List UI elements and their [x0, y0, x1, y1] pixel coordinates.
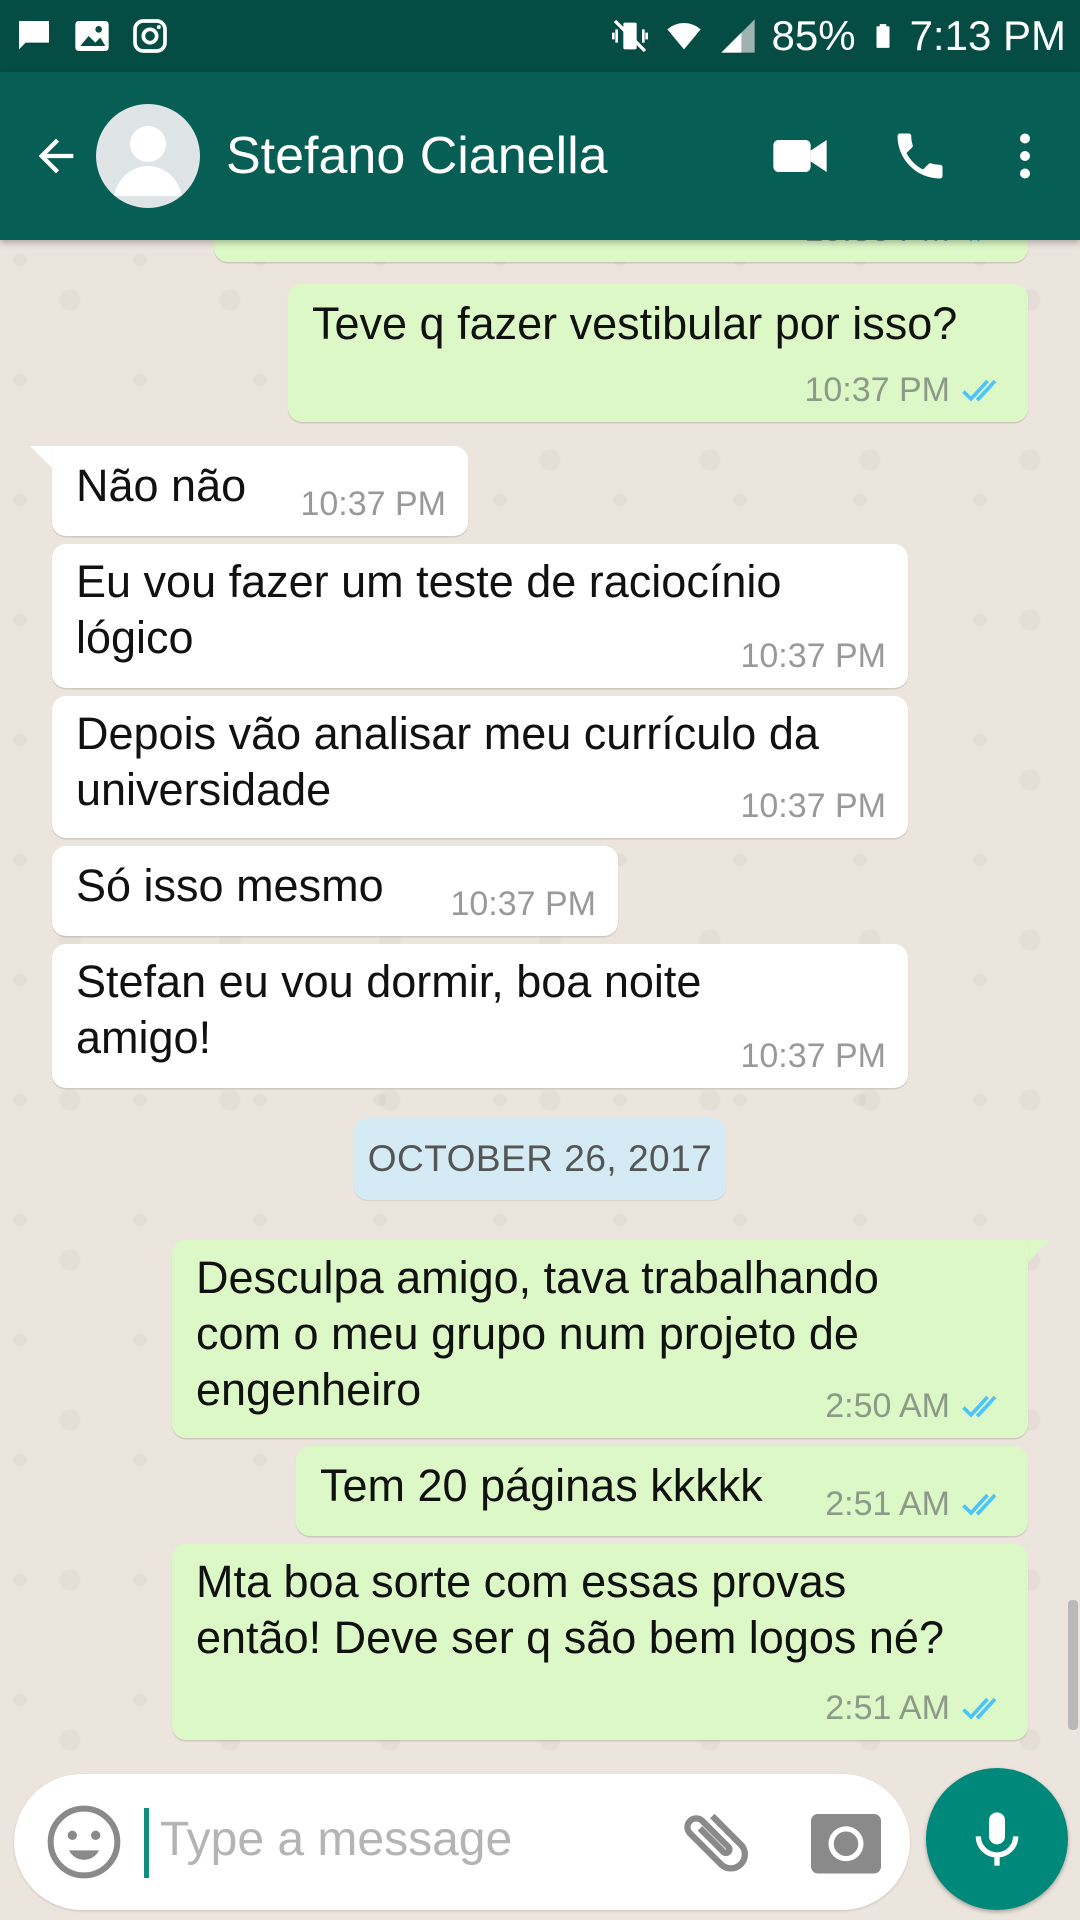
message-input-placeholder: Type a message	[160, 1813, 513, 1866]
contact-name[interactable]: Stefano Cianella	[226, 126, 608, 186]
message-time: 10:37 PM	[804, 371, 950, 409]
message-meta: 10:37 PM	[450, 884, 596, 924]
message-time: 10:37 PM	[740, 787, 886, 825]
message-time: 10:37 PM	[740, 637, 886, 675]
message-meta: 10:36 PM	[804, 240, 1006, 250]
text-cursor	[144, 1808, 149, 1878]
message-bubble-incoming[interactable]: Depois vão analisar meu currículo da uni…	[52, 696, 908, 838]
message-time: 10:36 PM	[804, 240, 950, 250]
message-bubble-incoming[interactable]: Eu vou fazer um teste de raciocínio lógi…	[52, 544, 908, 688]
battery-icon	[876, 24, 890, 48]
chat-header: Stefano Cianella	[0, 72, 1080, 240]
more-options-icon	[1020, 133, 1030, 179]
message-meta: 2:51 AM	[825, 1688, 1006, 1728]
message-meta: 2:50 AM	[825, 1386, 1006, 1426]
status-bar: 85% 7:13 PM	[0, 0, 1080, 72]
emoji-icon[interactable]	[44, 1802, 124, 1882]
mic-icon	[975, 1812, 1019, 1866]
message-time: 10:37 PM	[450, 885, 596, 923]
back-button[interactable]	[20, 120, 92, 192]
message-input[interactable]: Type a message	[14, 1774, 910, 1910]
wifi-icon	[666, 22, 701, 50]
voice-call-button[interactable]	[860, 96, 980, 216]
scrollbar-thumb[interactable]	[1068, 1600, 1078, 1730]
status-time: 7:13 PM	[909, 12, 1066, 59]
read-ticks-icon	[962, 1395, 997, 1418]
message-meta: 10:37 PM	[804, 370, 1006, 410]
message-bubble-incoming[interactable]: Stefan eu vou dormir, boa noite amigo! 1…	[52, 944, 908, 1088]
message-meta: 10:37 PM	[740, 786, 886, 826]
chat-notification-icon	[19, 21, 49, 50]
chat-area[interactable]: 10:36 PM Teve q fazer vestibular por iss…	[0, 240, 1080, 1760]
video-call-button[interactable]	[740, 96, 860, 216]
message-bubble-outgoing[interactable]: Tem 20 páginas kkkkk 2:51 AM	[296, 1446, 1028, 1536]
message-bubble-incoming[interactable]: Não não 10:37 PM	[52, 446, 468, 536]
date-divider: OCTOBER 26, 2017	[354, 1118, 726, 1200]
gallery-notification-icon	[75, 21, 109, 51]
message-meta: 2:51 AM	[825, 1484, 1006, 1524]
back-arrow-icon	[38, 138, 74, 174]
message-meta: 10:37 PM	[300, 484, 446, 524]
instagram-notification-icon	[133, 19, 167, 53]
message-bubble-incoming[interactable]: Só isso mesmo 10:37 PM	[52, 846, 618, 936]
message-time: 10:37 PM	[300, 485, 446, 523]
battery-percent: 85%	[771, 12, 856, 59]
vibrate-mute-icon	[611, 19, 648, 53]
read-ticks-icon	[962, 1697, 997, 1720]
read-ticks-icon	[969, 240, 981, 242]
message-text: Teve q fazer vestibular por isso?	[312, 298, 958, 349]
message-time: 2:51 AM	[825, 1485, 950, 1523]
message-time: 10:37 PM	[740, 1037, 886, 1075]
read-ticks-icon	[962, 379, 997, 402]
message-bubble-outgoing[interactable]: Teve q fazer vestibular por isso? 10:37 …	[288, 284, 1028, 422]
camera-icon[interactable]	[804, 1800, 888, 1884]
avatar[interactable]	[96, 104, 200, 208]
message-time: 2:50 AM	[825, 1387, 950, 1425]
message-bubble-outgoing[interactable]: Mta boa sorte com essas provas então! De…	[172, 1544, 1028, 1740]
signal-icon	[720, 19, 755, 53]
message-bubble-outgoing[interactable]: Desculpa amigo, tava trabalhando com o m…	[172, 1240, 1028, 1438]
message-bubble-outgoing[interactable]: 10:36 PM	[214, 240, 1028, 262]
default-avatar-icon	[114, 126, 182, 196]
attach-icon[interactable]	[674, 1800, 758, 1884]
message-time: 2:51 AM	[825, 1689, 950, 1727]
message-text: Mta boa sorte com essas provas então! De…	[196, 1556, 944, 1663]
input-bar: Type a message	[0, 1760, 1080, 1920]
read-ticks-icon	[962, 1493, 997, 1516]
voice-call-icon	[897, 133, 943, 179]
mic-button[interactable]	[926, 1768, 1068, 1910]
more-options-button[interactable]	[980, 96, 1070, 216]
message-meta: 10:37 PM	[740, 636, 886, 676]
video-call-icon	[773, 140, 827, 172]
message-meta: 10:37 PM	[740, 1036, 886, 1076]
